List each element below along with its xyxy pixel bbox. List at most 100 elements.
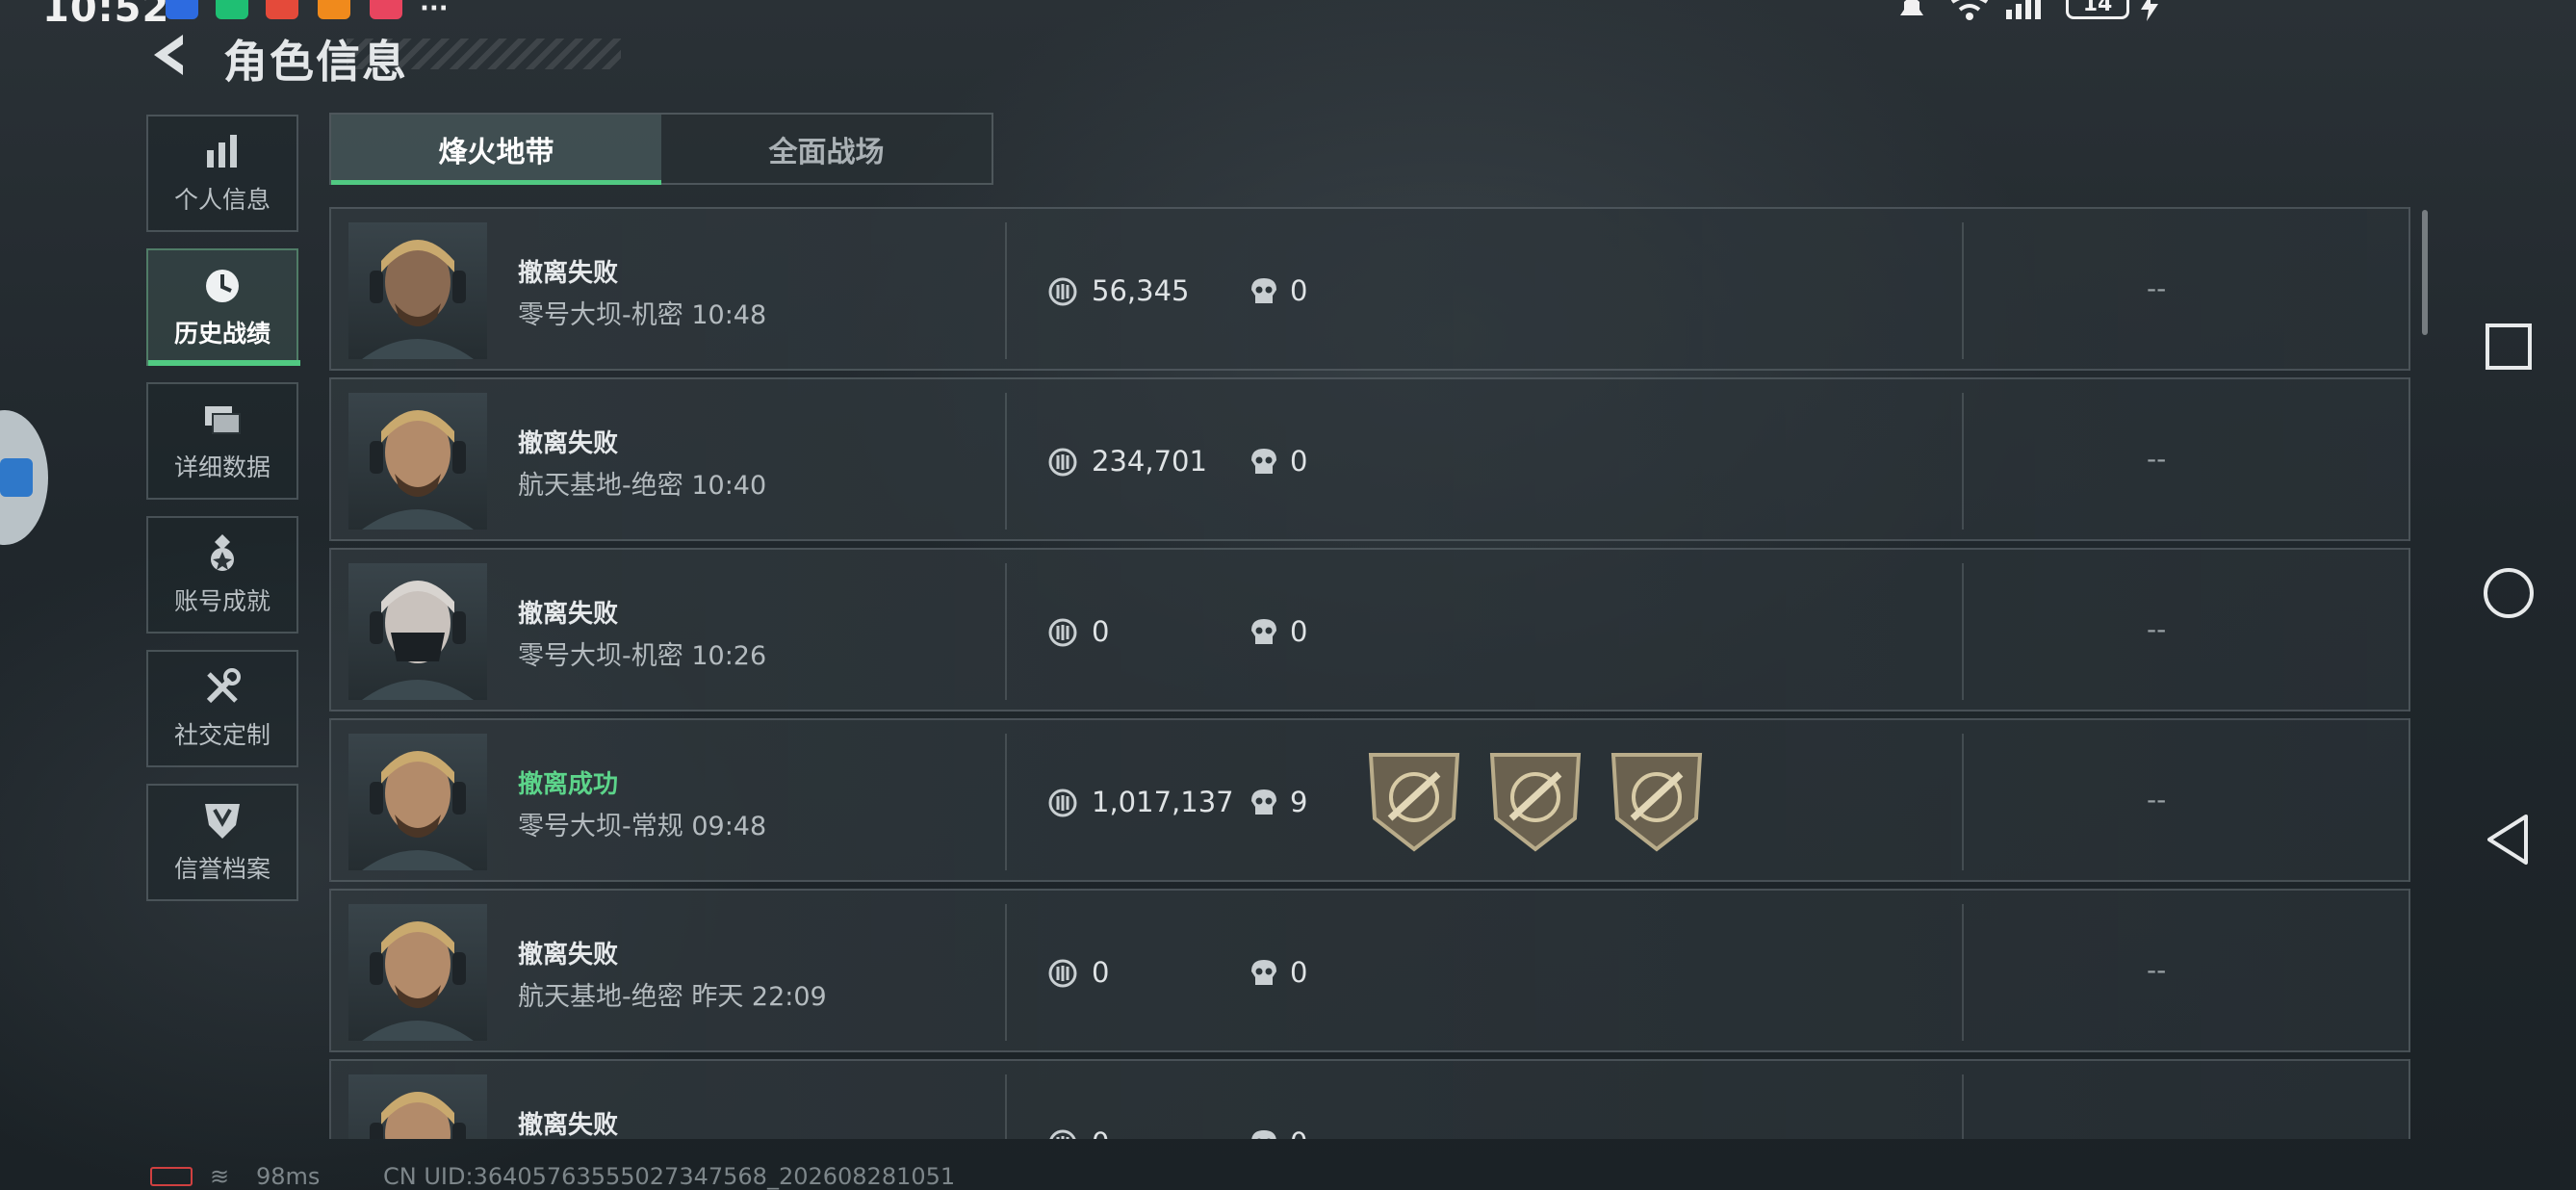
kill-count: 0 <box>1290 956 1308 989</box>
asset-value: 56,345 <box>1092 274 1190 307</box>
sidebar-item-details[interactable]: 详细数据 <box>146 382 298 500</box>
row-divider <box>1962 222 1964 359</box>
tab-warzone[interactable]: 烽火地带 <box>331 115 661 185</box>
battery-indicator: 14 <box>2066 0 2129 19</box>
map-and-time: 航天基地-绝密 昨天 22:09 <box>518 975 827 1013</box>
match-history-list[interactable]: 撤离失败 零号大坝-机密 10:48 56,345 0 -- 撤离失败 航天基地-绝密 10… <box>329 207 2410 1139</box>
table-row[interactable]: 撤离失败 零号大坝-机密 10:48 56,345 0 -- <box>329 207 2410 371</box>
table-row[interactable]: 撤离成功零号大坝-常规 09:48 1,017,137 9 -- <box>329 718 2410 882</box>
back-arrow-icon[interactable] <box>144 29 196 81</box>
row-divider <box>1962 904 1964 1041</box>
map-name: 零号大坝-机密 <box>518 641 683 671</box>
extra-stat: -- <box>2147 954 2167 986</box>
operator-avatar <box>348 1074 487 1139</box>
skull-icon <box>1251 619 1276 644</box>
asset-value-icon <box>1048 277 1077 306</box>
table-row[interactable]: 撤离失败 0 0 <box>329 1059 2410 1139</box>
map-name: 零号大坝-机密 <box>518 300 683 330</box>
map-and-time: 航天基地-绝密 10:40 <box>518 464 766 502</box>
row-divider <box>1005 563 1007 700</box>
sidebar-item-achievements[interactable]: 账号成就 <box>146 516 298 634</box>
extraction-status: 撤离失败 <box>518 600 619 629</box>
sidebar-item-label: 详细数据 <box>173 453 270 481</box>
asset-value-icon <box>1049 1129 1076 1139</box>
extraction-status: 撤离失败 <box>518 259 619 288</box>
wifi-icon <box>1950 0 1989 20</box>
folders-icon <box>205 406 241 434</box>
table-row[interactable]: 撤离失败零号大坝-机密 10:26 0 0 -- <box>329 548 2410 711</box>
tab-full-battlefield[interactable]: 全面战场 <box>661 115 992 183</box>
kill-count: 0 <box>1290 445 1308 478</box>
operator-avatar <box>348 563 487 700</box>
extraction-status: 撤离失败 <box>518 429 619 458</box>
list-scrollbar[interactable] <box>2422 210 2428 335</box>
operator-avatar <box>348 904 487 1041</box>
asset-value: 1,017,137 <box>1092 786 1234 818</box>
extra-stat: -- <box>2147 443 2167 475</box>
page-title: 角色信息 <box>223 36 408 88</box>
knife-badge-icon[interactable] <box>1488 751 1583 853</box>
table-row[interactable]: 撤离失败航天基地-绝密 昨天 22:09 0 0 -- <box>329 889 2410 1052</box>
asset-value: 0 <box>1092 956 1110 989</box>
extraction-status: 撤离成功 <box>518 770 619 799</box>
row-divider <box>1005 734 1007 870</box>
table-row[interactable]: 撤离失败航天基地-绝密 10:40 234,701 0 -- <box>329 377 2410 541</box>
app-notification-icon <box>318 0 350 19</box>
mode-tabs: 烽火地带 全面战场 <box>329 113 993 185</box>
asset-value-icon <box>1048 959 1077 988</box>
map-name: 零号大坝-常规 <box>518 812 683 841</box>
map-name: 航天基地-绝密 <box>518 471 683 501</box>
status-clock: 10:52 <box>42 0 170 31</box>
match-time: 10:40 <box>691 471 767 501</box>
map-name: 航天基地-绝密 <box>518 982 683 1012</box>
home-icon[interactable] <box>2478 562 2539 624</box>
app-notification-icon <box>370 0 402 19</box>
more-notifications-icon: ··· <box>420 0 449 23</box>
asset-value-icon <box>1048 448 1077 477</box>
floating-assistant-icon[interactable] <box>0 410 48 545</box>
app-notification-icon <box>166 0 198 19</box>
extraction-status: 撤离失败 <box>518 1111 619 1139</box>
sidebar-item-label: 历史战绩 <box>173 320 270 348</box>
asset-value: 0 <box>1092 615 1110 648</box>
low-battery-icon <box>150 1167 193 1186</box>
player-uid: CN UID:36405763555027347568_202608281051 <box>383 1163 956 1190</box>
nav-back-icon[interactable] <box>2478 809 2539 870</box>
sidebar-item-label: 社交定制 <box>173 721 270 749</box>
skull-icon <box>1251 449 1276 474</box>
sidebar-item-profile[interactable]: 个人信息 <box>146 115 298 232</box>
operator-avatar <box>348 222 487 359</box>
kill-count: 0 <box>1290 615 1308 648</box>
map-and-time: 零号大坝-机密 10:26 <box>518 634 766 672</box>
bar-chart-icon <box>207 135 237 168</box>
ping-value: 98ms <box>256 1163 321 1190</box>
operator-avatar <box>348 393 487 530</box>
kill-count: 0 <box>1290 1126 1307 1139</box>
mute-bell-icon <box>1900 0 1923 15</box>
extra-stat: -- <box>2147 784 2167 815</box>
asset-value-icon <box>1048 789 1077 817</box>
sidebar-item-reputation[interactable]: 信誉档案 <box>146 784 298 901</box>
row-divider <box>1962 393 1964 530</box>
extraction-status: 撤离失败 <box>518 941 619 970</box>
tools-icon <box>206 668 241 704</box>
map-and-time: 零号大坝-常规 09:48 <box>518 805 766 842</box>
kill-count: 9 <box>1290 786 1308 818</box>
row-divider <box>1962 734 1964 870</box>
match-time: 昨天 22:09 <box>691 982 827 1012</box>
rifle-badge-icon[interactable] <box>1367 751 1461 853</box>
sidebar-item-social[interactable]: 社交定制 <box>146 650 298 767</box>
asset-value: 234,701 <box>1092 445 1207 478</box>
operator-avatar <box>348 734 487 870</box>
extra-stat: -- <box>2147 613 2167 645</box>
skull-icon <box>1251 1130 1276 1139</box>
burst-badge-icon[interactable] <box>1610 751 1704 853</box>
match-time: 10:26 <box>691 641 767 671</box>
medal-icon <box>211 534 234 571</box>
app-notification-icon <box>216 0 248 19</box>
recent-apps-icon[interactable] <box>2478 316 2539 377</box>
match-time: 09:48 <box>691 812 767 841</box>
skull-icon <box>1251 278 1276 303</box>
kill-count: 0 <box>1290 274 1308 307</box>
sidebar-item-history[interactable]: 历史战绩 <box>146 248 300 366</box>
